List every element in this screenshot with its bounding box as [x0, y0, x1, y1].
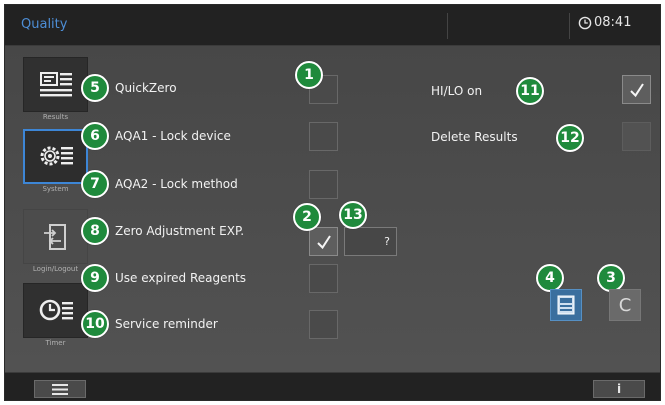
quality-screen: Quality 08:41 Results System Login/Logou… — [4, 4, 661, 401]
save-button[interactable] — [550, 289, 582, 321]
callout-badge: 10 — [81, 310, 109, 338]
callout-badge: 9 — [81, 264, 109, 292]
sidebar-tab-login-logout[interactable]: Login/Logout — [23, 209, 88, 273]
number-field-value: ? — [384, 235, 390, 248]
callout-badge: 12 — [556, 124, 584, 152]
callout-badge: 5 — [81, 74, 109, 102]
save-icon — [557, 295, 575, 315]
title-divider — [447, 13, 448, 39]
setting-label-aqa1: AQA1 - Lock device — [115, 129, 231, 143]
hilo-checkbox[interactable] — [622, 75, 651, 104]
system-gear-icon — [40, 146, 73, 165]
setting-label-expired-reagents: Use expired Reagents — [115, 271, 247, 285]
clock: 08:41 — [578, 15, 631, 30]
aqa1-lock-device-checkbox[interactable] — [309, 122, 338, 151]
sidebar-tab-tile — [23, 129, 88, 184]
setting-label-service-reminder: Service reminder — [115, 317, 218, 331]
sidebar-tab-timer[interactable]: Timer — [23, 283, 88, 347]
info-icon: i — [616, 382, 622, 396]
callout-badge: 4 — [536, 264, 564, 292]
settings-panel: Results System Login/Logout Timer 5 6 7 … — [5, 46, 660, 372]
sidebar-tab-system[interactable]: System — [23, 129, 88, 193]
callout-badge: 11 — [516, 77, 544, 105]
callout-badge: 7 — [81, 170, 109, 198]
login-logout-icon — [43, 223, 66, 250]
setting-label-zero-adjustment: Zero Adjustment EXP. — [115, 224, 245, 238]
expired-reagents-checkbox[interactable] — [309, 264, 338, 293]
sidebar-tab-tile — [23, 209, 88, 264]
info-button[interactable]: i — [593, 380, 645, 398]
setting-label-aqa2: AQA2 - Lock method — [115, 177, 238, 191]
sidebar-tab-label: Login/Logout — [32, 265, 79, 273]
callout-badge: 8 — [81, 217, 109, 245]
zero-adjustment-number-field[interactable]: ? — [344, 227, 397, 256]
sidebar-tab-results[interactable]: Results — [23, 57, 88, 121]
checkmark-icon — [316, 234, 331, 249]
callout-badge: 3 — [597, 264, 625, 292]
menu-icon — [52, 383, 68, 395]
callout-badge: 1 — [295, 61, 323, 89]
timer-icon — [39, 299, 73, 320]
setting-label-hilo: HI/LO on — [431, 84, 483, 98]
clock-icon — [578, 16, 592, 29]
page-title: Quality — [21, 17, 68, 32]
results-icon — [39, 71, 72, 96]
clock-time: 08:41 — [594, 15, 632, 30]
title-divider — [569, 13, 570, 39]
title-bar: Quality 08:41 — [5, 5, 660, 46]
checkmark-icon — [629, 82, 644, 97]
menu-button[interactable] — [34, 380, 86, 398]
sidebar-tab-label: Results — [42, 113, 69, 121]
callout-badge: 6 — [81, 122, 109, 150]
setting-label-quickzero: QuickZero — [115, 81, 177, 95]
service-reminder-checkbox[interactable] — [309, 310, 338, 339]
sidebar-tab-label: System — [42, 185, 69, 193]
sidebar-tab-label: Timer — [45, 339, 66, 347]
setting-label-delete-results: Delete Results — [431, 130, 518, 144]
sidebar-tab-tile — [23, 57, 88, 112]
sidebar-tab-tile — [23, 283, 88, 338]
delete-results-checkbox[interactable] — [622, 122, 651, 151]
callout-badge: 13 — [339, 201, 367, 229]
zero-adjustment-checkbox[interactable] — [309, 227, 338, 256]
aqa2-lock-method-checkbox[interactable] — [309, 170, 338, 199]
callout-badge: 2 — [293, 203, 321, 231]
bottom-bar: i — [5, 372, 660, 400]
clear-button-label: C — [618, 294, 632, 316]
clear-button[interactable]: C — [609, 289, 641, 321]
